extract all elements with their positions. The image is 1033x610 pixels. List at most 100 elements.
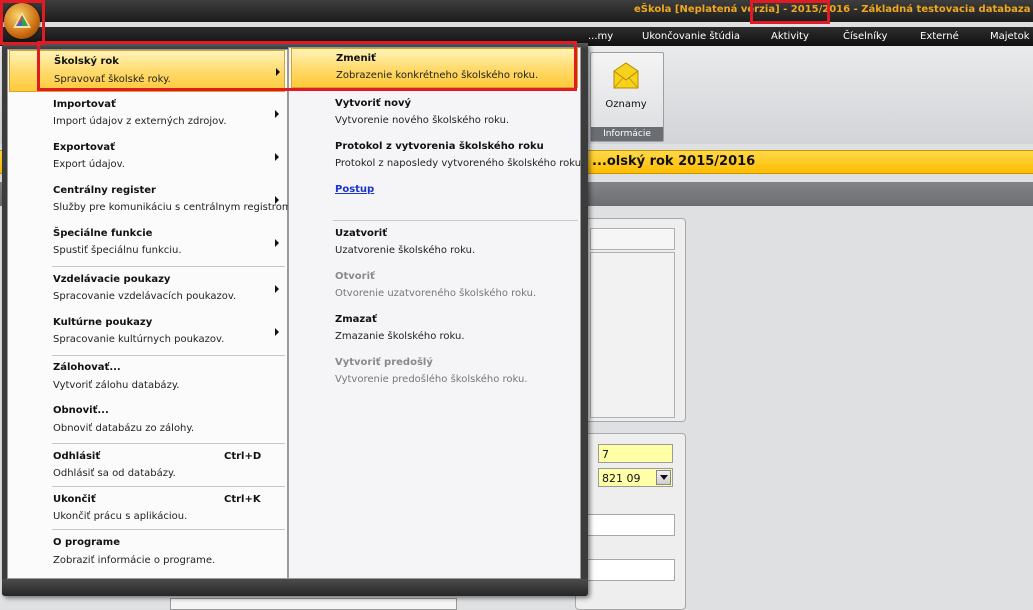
- menu-separator: [52, 529, 285, 530]
- menu-item-desc: Import údajov z externých zdrojov.: [53, 116, 227, 127]
- ribbon-group-informacie: Oznamy Informácie: [590, 52, 664, 142]
- ribbon-group-label: Informácie: [591, 127, 663, 141]
- menu-item-odhlasit[interactable]: Odhlásiť Ctrl+D Odhlásiť sa od databázy.: [9, 446, 285, 488]
- menu-item-title: Zálohovať...: [53, 362, 121, 373]
- submenu-arrow-icon: [275, 328, 279, 336]
- menu-separator: [52, 443, 285, 444]
- submenu-item-uzatvorit[interactable]: Uzatvoriť Uzatvorenie školského roku.: [291, 224, 578, 264]
- window-title: eŠkola [Neplatená verzia] - 2015/2016 - …: [634, 4, 1031, 15]
- text-field-1[interactable]: [585, 514, 675, 536]
- menu-separator: [52, 486, 285, 487]
- menu-item-kulturne-poukazy[interactable]: Kultúrne poukazy Spracovanie kultúrnych …: [9, 312, 285, 354]
- submenu-arrow-icon: [275, 196, 279, 204]
- submenu-item-title: Vytvoriť nový: [335, 98, 412, 109]
- tab-ciselniky[interactable]: Číselníky: [843, 31, 887, 42]
- submenu-arrow-icon: [275, 239, 279, 247]
- menu-item-desc: Spracovanie kultúrnych poukazov.: [53, 334, 225, 345]
- submenu-item-desc: Protokol z naposledy vytvoreného školské…: [335, 158, 585, 169]
- menu-item-title: Centrálny register: [53, 185, 156, 196]
- menu-item-o-programe[interactable]: O programe Zobraziť informácie o program…: [9, 532, 285, 574]
- tab-aktivity[interactable]: Aktivity: [771, 31, 809, 42]
- menu-separator: [52, 355, 285, 356]
- panel-list-area: [590, 252, 675, 418]
- menu-item-vzdelavacie-poukazy[interactable]: Vzdelávacie poukazy Spracovanie vzdeláva…: [9, 269, 285, 311]
- menu-item-title: Kultúrne poukazy: [53, 317, 153, 328]
- submenu-arrow-icon: [275, 153, 279, 161]
- menu-item-desc: Odhlásiť sa od databázy.: [53, 468, 176, 479]
- submenu-item-title: Vytvoriť predošlý: [335, 357, 433, 368]
- submenu-item-desc: Zmazanie školského roku.: [335, 331, 465, 342]
- menu-item-title: Obnoviť...: [53, 405, 109, 416]
- menu-item-desc: Vytvoriť zálohu databázy.: [53, 380, 180, 391]
- menu-item-title: Importovať: [53, 99, 116, 110]
- menu-item-desc: Spracovanie vzdelávacích poukazov.: [53, 291, 237, 302]
- submenu-item-vytvorit-predosly: Vytvoriť predošlý Vytvorenie predošlého …: [291, 353, 578, 393]
- submenu-item-title: Otvoriť: [335, 271, 375, 282]
- menu-separator: [52, 266, 285, 267]
- tab-externe[interactable]: Externé: [920, 31, 959, 42]
- submenu-separator: [333, 220, 578, 221]
- submenu-item-title: Uzatvoriť: [335, 228, 387, 239]
- envelope-icon: [613, 62, 639, 89]
- menu-item-importovat[interactable]: Importovať Import údajov z externých zdr…: [9, 95, 285, 137]
- menu-item-desc: Služby pre komunikáciu s centrálnym regi…: [53, 202, 295, 213]
- submenu-item-postup[interactable]: Postup: [291, 179, 578, 201]
- app-orb-icon: [13, 12, 31, 28]
- tab-ukoncovanie-studia[interactable]: Ukončovanie štúdia: [642, 31, 740, 42]
- menu-item-title: Špeciálne funkcie: [53, 228, 153, 239]
- application-menu-left-pane: Školský rok Spravovať školské roky. Impo…: [7, 49, 295, 579]
- dropdown-arrow-icon: [660, 475, 668, 480]
- text-field-2[interactable]: [585, 559, 675, 581]
- menu-item-title: Školský rok: [54, 56, 119, 67]
- code-select[interactable]: 821 09: [598, 468, 673, 487]
- title-bar: eŠkola [Neplatená verzia] - 2015/2016 - …: [0, 0, 1033, 22]
- menu-item-specialne-funkcie[interactable]: Špeciálne funkcie Spustiť špeciálnu funk…: [9, 224, 285, 266]
- menu-item-shortcut: Ctrl+D: [224, 451, 262, 462]
- menu-item-shortcut: Ctrl+K: [224, 494, 261, 505]
- menu-item-centralny-register[interactable]: Centrálny register Služby pre komunikáci…: [9, 181, 295, 223]
- menu-item-desc: Obnoviť databázu zo zálohy.: [53, 423, 195, 434]
- menu-item-desc: Spravovať školské roky.: [54, 74, 171, 85]
- panel-header-field: [590, 228, 675, 250]
- submenu-item-otvorit: Otvoriť Otvorenie uzatvoreného školského…: [291, 267, 578, 307]
- submenu-item-desc: Vytvorenie predošlého školského roku.: [335, 374, 528, 385]
- submenu-item-title: Zmazať: [335, 314, 377, 325]
- content-header-title: ...olský rok 2015/2016: [592, 154, 756, 169]
- number-field[interactable]: 7: [598, 444, 673, 463]
- postup-link[interactable]: Postup: [335, 184, 374, 195]
- submenu-item-zmazat[interactable]: Zmazať Zmazanie školského roku.: [291, 310, 578, 350]
- menu-item-zalohovat[interactable]: Zálohovať... Vytvoriť zálohu databázy.: [9, 357, 285, 399]
- menu-item-desc: Zobraziť informácie o programe.: [53, 555, 216, 566]
- menu-item-title: Odhlásiť: [53, 451, 101, 462]
- code-select-value: 821 09: [602, 472, 641, 485]
- submenu-item-desc: Zobrazenie konkrétneho školského roku.: [336, 70, 539, 81]
- bottom-field: [170, 598, 457, 610]
- submenu-item-title: Protokol z vytvorenia školského roku: [335, 141, 544, 152]
- menu-item-title: Ukončiť: [53, 494, 96, 505]
- tab-partial[interactable]: ...my: [588, 31, 613, 42]
- dropdown-button[interactable]: [656, 470, 671, 485]
- menu-item-desc: Ukončiť prácu s aplikáciou.: [53, 511, 188, 522]
- submenu-arrow-icon: [276, 68, 280, 76]
- application-orb-button[interactable]: [4, 3, 40, 39]
- application-menu-right-pane: Zmeniť Zobrazenie konkrétneho školského …: [288, 47, 584, 579]
- menu-item-title: Vzdelávacie poukazy: [53, 274, 171, 285]
- submenu-item-desc: Uzatvorenie školského roku.: [335, 245, 476, 256]
- tab-majetok[interactable]: Majetok: [990, 31, 1030, 42]
- menu-item-skolsky-rok[interactable]: Školský rok Spravovať školské roky.: [9, 50, 285, 92]
- menu-item-exportovat[interactable]: Exportovať Export údajov.: [9, 138, 285, 180]
- menu-item-desc: Spustiť špeciálnu funkciu.: [53, 245, 182, 256]
- menu-item-title: Exportovať: [53, 142, 115, 153]
- submenu-item-vytvorit-novy[interactable]: Vytvoriť nový Vytvorenie nového školskéh…: [291, 94, 578, 134]
- submenu-item-desc: Vytvorenie nového školského roku.: [335, 115, 510, 126]
- application-menu-footer: [2, 579, 588, 596]
- oznamy-label: Oznamy: [605, 99, 647, 110]
- menu-item-title: O programe: [53, 537, 120, 548]
- submenu-item-zmenit[interactable]: Zmeniť Zobrazenie konkrétneho školského …: [291, 48, 578, 88]
- oznamy-button[interactable]: Oznamy: [595, 57, 657, 113]
- application-menu: Školský rok Spravovať školské roky. Impo…: [2, 43, 588, 596]
- submenu-item-desc: Otvorenie uzatvoreného školského roku.: [335, 288, 537, 299]
- submenu-item-protokol[interactable]: Protokol z vytvorenia školského roku Pro…: [291, 137, 584, 177]
- menu-item-obnovit[interactable]: Obnoviť... Obnoviť databázu zo zálohy.: [9, 400, 285, 442]
- menu-item-ukoncit[interactable]: Ukončiť Ctrl+K Ukončiť prácu s aplikácio…: [9, 489, 285, 531]
